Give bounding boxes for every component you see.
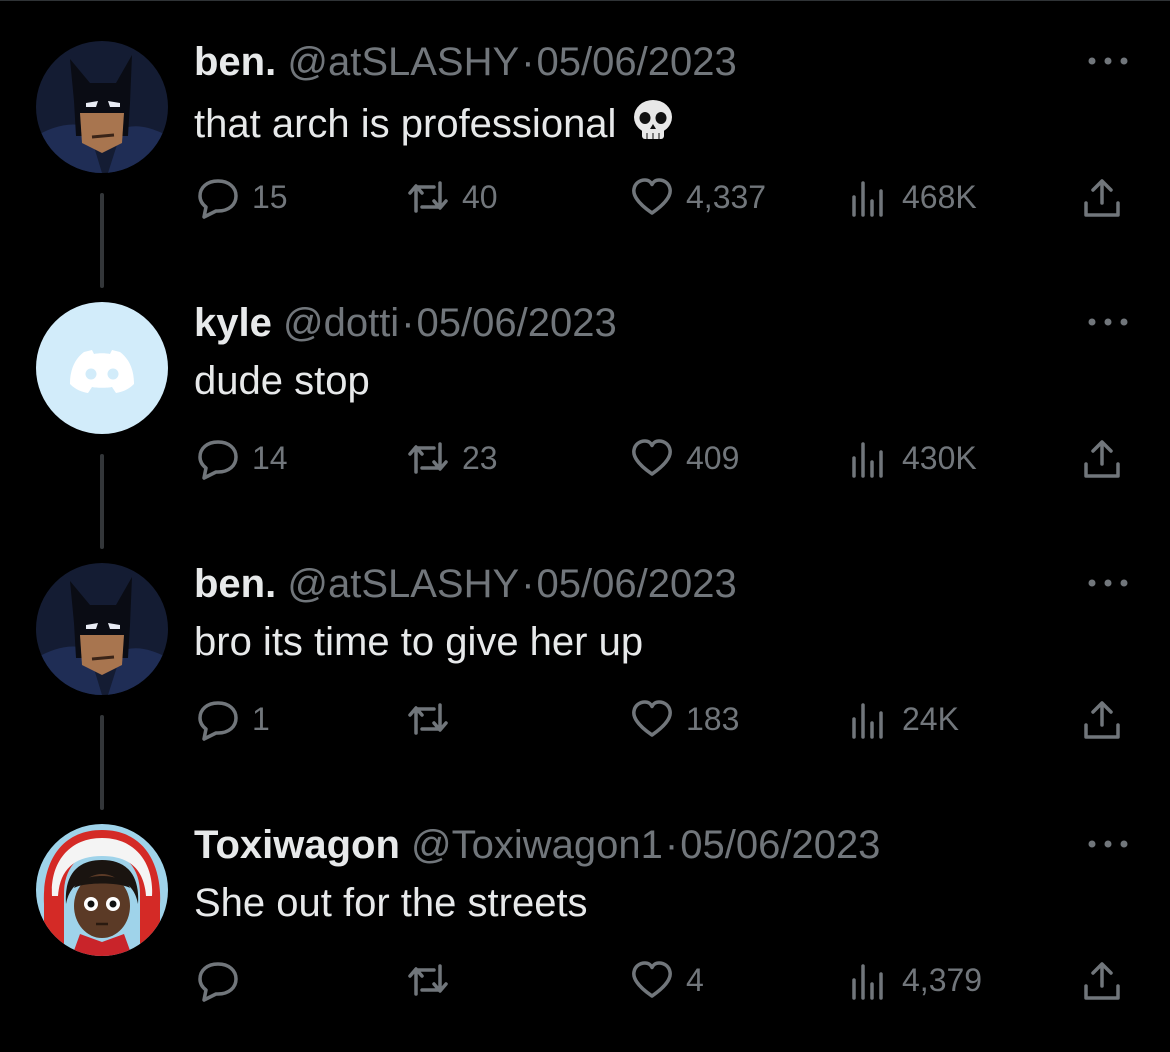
tweet[interactable]: kyle @dotti·05/06/2023 dude stop 14 23 4…	[0, 262, 1170, 549]
share-icon	[1084, 701, 1120, 739]
reply-count: 15	[252, 178, 288, 215]
retweet-count: 23	[462, 439, 498, 476]
reply-count: 1	[252, 700, 270, 737]
more-options-icon[interactable]	[1086, 836, 1130, 852]
reply-icon	[198, 701, 238, 741]
heart-icon	[632, 178, 672, 215]
tweet[interactable]: ben. @atSLASHY·05/06/2023 that arch is p…	[0, 1, 1170, 288]
tweet-text: that arch is professional	[194, 97, 676, 153]
more-options-icon[interactable]	[1086, 314, 1130, 330]
tweet-text-content: that arch is professional	[194, 102, 617, 146]
avatar[interactable]	[36, 563, 168, 695]
reply-button[interactable]: 15	[196, 175, 288, 219]
heart-icon	[632, 439, 672, 476]
share-icon	[1084, 440, 1120, 478]
separator-dot: ·	[401, 301, 415, 345]
view-count: 430K	[902, 439, 977, 476]
user-handle[interactable]: @dotti	[283, 301, 399, 345]
discord-avatar-icon	[36, 302, 168, 434]
like-button[interactable]: 409	[630, 436, 739, 480]
batman-avatar-icon	[36, 41, 168, 173]
views-chart-icon	[852, 181, 883, 217]
views-button[interactable]: 430K	[846, 436, 977, 480]
user-handle[interactable]: @atSLASHY	[287, 40, 519, 84]
share-button[interactable]	[1080, 175, 1124, 219]
retweet-button[interactable]: 23	[406, 436, 498, 480]
tweet-header: ben. @atSLASHY·05/06/2023	[194, 39, 737, 85]
like-count: 4,337	[686, 178, 767, 215]
avatar[interactable]	[36, 41, 168, 173]
share-button[interactable]	[1080, 697, 1124, 741]
views-button[interactable]: 4,379	[846, 958, 982, 1002]
tweet[interactable]: ben. @atSLASHY·05/06/2023 bro its time t…	[0, 523, 1170, 810]
tweet-header: Toxiwagon @Toxiwagon1·05/06/2023	[194, 822, 880, 868]
views-chart-icon	[852, 442, 883, 478]
separator-dot: ·	[664, 823, 679, 867]
avatar[interactable]	[36, 302, 168, 434]
retweet-icon	[408, 442, 448, 474]
display-name[interactable]: ben.	[194, 40, 276, 84]
tweet[interactable]: Toxiwagon @Toxiwagon1·05/06/2023 She out…	[0, 784, 1170, 1044]
view-count: 24K	[902, 700, 959, 737]
retweet-button[interactable]: 40	[406, 175, 498, 219]
like-count: 409	[686, 439, 740, 476]
more-options-icon[interactable]	[1086, 575, 1130, 591]
heart-icon	[632, 700, 672, 737]
user-handle[interactable]: @Toxiwagon1	[411, 823, 663, 867]
separator-dot: ·	[521, 562, 535, 606]
retweet-count: 40	[462, 178, 498, 215]
views-button[interactable]: 468K	[846, 175, 977, 219]
view-count: 4,379	[902, 961, 983, 998]
tweet-text: She out for the streets	[194, 880, 588, 926]
heart-icon	[632, 961, 672, 998]
batman-avatar-icon	[36, 563, 168, 695]
view-count: 468K	[902, 178, 977, 215]
views-chart-icon	[852, 703, 883, 739]
retweet-icon	[408, 703, 448, 735]
tweet-text-content: dude stop	[194, 359, 370, 403]
share-button[interactable]	[1080, 958, 1124, 1002]
like-button[interactable]: 183	[630, 697, 739, 741]
reply-button[interactable]: 1	[196, 697, 270, 741]
views-chart-icon	[852, 964, 883, 1000]
display-name[interactable]: Toxiwagon	[194, 823, 400, 867]
retweet-icon	[408, 181, 448, 213]
more-options-icon[interactable]	[1086, 53, 1130, 69]
tweet-header: ben. @atSLASHY·05/06/2023	[194, 561, 737, 607]
share-icon	[1084, 962, 1120, 1000]
like-button[interactable]: 4	[630, 958, 704, 1002]
skull-emoji-icon	[630, 97, 676, 153]
tweet-text-content: She out for the streets	[194, 881, 588, 925]
tweet-text: bro its time to give her up	[194, 619, 643, 665]
tweet-text: dude stop	[194, 358, 370, 404]
reply-icon	[198, 179, 238, 219]
tweet-date[interactable]: 05/06/2023	[417, 301, 617, 345]
display-name[interactable]: kyle	[194, 301, 272, 345]
like-count: 4	[686, 961, 704, 998]
reply-icon	[198, 440, 238, 480]
anime-avatar-icon	[36, 824, 168, 956]
tweet-header: kyle @dotti·05/06/2023	[194, 300, 617, 346]
reply-button[interactable]: 14	[196, 436, 288, 480]
retweet-button[interactable]	[406, 697, 462, 741]
like-count: 183	[686, 700, 740, 737]
like-button[interactable]: 4,337	[630, 175, 766, 219]
reply-icon	[198, 962, 238, 1002]
reply-count: 14	[252, 439, 288, 476]
display-name[interactable]: ben.	[194, 562, 276, 606]
avatar[interactable]	[36, 824, 168, 956]
retweet-icon	[408, 964, 448, 996]
user-handle[interactable]: @atSLASHY	[287, 562, 519, 606]
separator-dot: ·	[521, 40, 535, 84]
retweet-button[interactable]	[406, 958, 462, 1002]
tweet-date[interactable]: 05/06/2023	[537, 562, 737, 606]
share-icon	[1084, 179, 1120, 217]
tweet-date[interactable]: 05/06/2023	[680, 823, 880, 867]
share-button[interactable]	[1080, 436, 1124, 480]
reply-thread: ben. @atSLASHY·05/06/2023 that arch is p…	[0, 0, 1170, 1052]
views-button[interactable]: 24K	[846, 697, 959, 741]
reply-button[interactable]	[196, 958, 252, 1002]
tweet-text-content: bro its time to give her up	[194, 620, 644, 664]
tweet-date[interactable]: 05/06/2023	[537, 40, 737, 84]
